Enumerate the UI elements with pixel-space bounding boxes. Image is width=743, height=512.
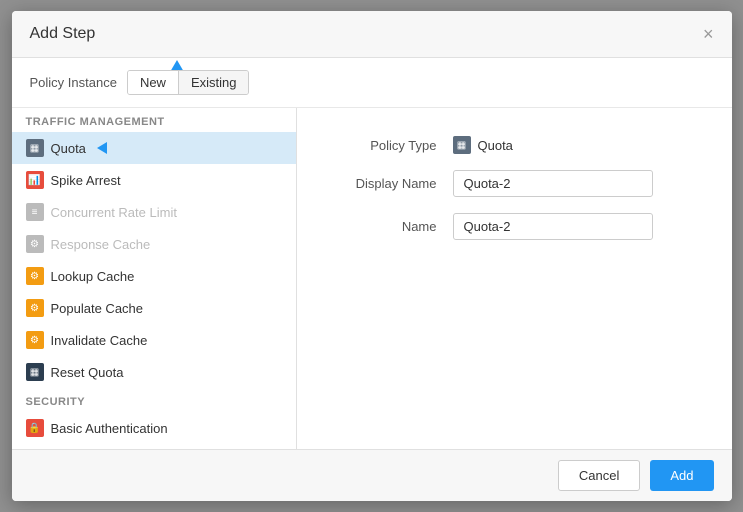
policy-type-text: Quota <box>478 138 513 153</box>
sidebar-item-invalidate-cache[interactable]: ⚙ Invalidate Cache <box>12 324 296 356</box>
new-toggle-button[interactable]: New <box>128 71 179 94</box>
modal-title: Add Step <box>30 25 96 43</box>
name-label: Name <box>327 219 437 234</box>
reset-quota-label: Reset Quota <box>51 365 124 380</box>
display-name-row: Display Name <box>327 170 702 197</box>
quota-label: Quota <box>51 141 86 156</box>
display-name-label: Display Name <box>327 176 437 191</box>
populate-cache-label: Populate Cache <box>51 301 144 316</box>
cancel-button[interactable]: Cancel <box>558 460 640 491</box>
policy-type-value: ▦ Quota <box>453 136 513 154</box>
modal-header: Add Step × <box>12 11 732 58</box>
sidebar: TRAFFIC MANAGEMENT ▦ Quota 📊 Spike Arres… <box>12 108 297 449</box>
modal-footer: Cancel Add <box>12 449 732 501</box>
policy-instance-row: Policy Instance New Existing <box>12 58 732 108</box>
reset-quota-icon: ▦ <box>26 363 44 381</box>
response-cache-icon: ⚙ <box>26 235 44 253</box>
display-name-input[interactable] <box>453 170 653 197</box>
detail-panel: Policy Type ▦ Quota Display Name Name <box>297 108 732 449</box>
sidebar-item-populate-cache[interactable]: ⚙ Populate Cache <box>12 292 296 324</box>
basic-auth-label: Basic Authentication <box>51 421 168 436</box>
basic-auth-icon: 🔒 <box>26 419 44 437</box>
content-area: TRAFFIC MANAGEMENT ▦ Quota 📊 Spike Arres… <box>12 108 732 449</box>
existing-toggle-button[interactable]: Existing <box>179 71 249 94</box>
lookup-cache-label: Lookup Cache <box>51 269 135 284</box>
sidebar-item-lookup-cache[interactable]: ⚙ Lookup Cache <box>12 260 296 292</box>
sidebar-item-basic-auth[interactable]: 🔒 Basic Authentication <box>12 412 296 444</box>
modal-dialog: Add Step × Policy Instance New Existing … <box>12 11 732 501</box>
sidebar-item-spike-arrest[interactable]: 📊 Spike Arrest <box>12 164 296 196</box>
close-button[interactable]: × <box>703 25 714 43</box>
concurrent-rate-limit-icon: ≡ <box>26 203 44 221</box>
response-cache-label: Response Cache <box>51 237 151 252</box>
lookup-cache-icon: ⚙ <box>26 267 44 285</box>
policy-type-row: Policy Type ▦ Quota <box>327 136 702 154</box>
name-row: Name <box>327 213 702 240</box>
name-input[interactable] <box>453 213 653 240</box>
modal-body: Policy Instance New Existing TRAFFIC MAN… <box>12 58 732 449</box>
left-arrow-indicator <box>97 142 107 154</box>
sidebar-item-quota[interactable]: ▦ Quota <box>12 132 296 164</box>
policy-instance-label: Policy Instance <box>30 75 117 90</box>
invalidate-cache-icon: ⚙ <box>26 331 44 349</box>
sidebar-item-concurrent-rate-limit: ≡ Concurrent Rate Limit <box>12 196 296 228</box>
toggle-group: New Existing <box>127 70 250 95</box>
policy-type-label: Policy Type <box>327 138 437 153</box>
modal-overlay: Add Step × Policy Instance New Existing … <box>0 0 743 512</box>
spike-arrest-label: Spike Arrest <box>51 173 121 188</box>
concurrent-rate-limit-label: Concurrent Rate Limit <box>51 205 177 220</box>
security-section-label: SECURITY <box>12 388 296 412</box>
add-button[interactable]: Add <box>650 460 713 491</box>
policy-type-icon: ▦ <box>453 136 471 154</box>
sidebar-item-response-cache: ⚙ Response Cache <box>12 228 296 260</box>
populate-cache-icon: ⚙ <box>26 299 44 317</box>
invalidate-cache-label: Invalidate Cache <box>51 333 148 348</box>
sidebar-item-reset-quota[interactable]: ▦ Reset Quota <box>12 356 296 388</box>
traffic-section-label: TRAFFIC MANAGEMENT <box>12 108 296 132</box>
spike-arrest-icon: 📊 <box>26 171 44 189</box>
quota-icon: ▦ <box>26 139 44 157</box>
